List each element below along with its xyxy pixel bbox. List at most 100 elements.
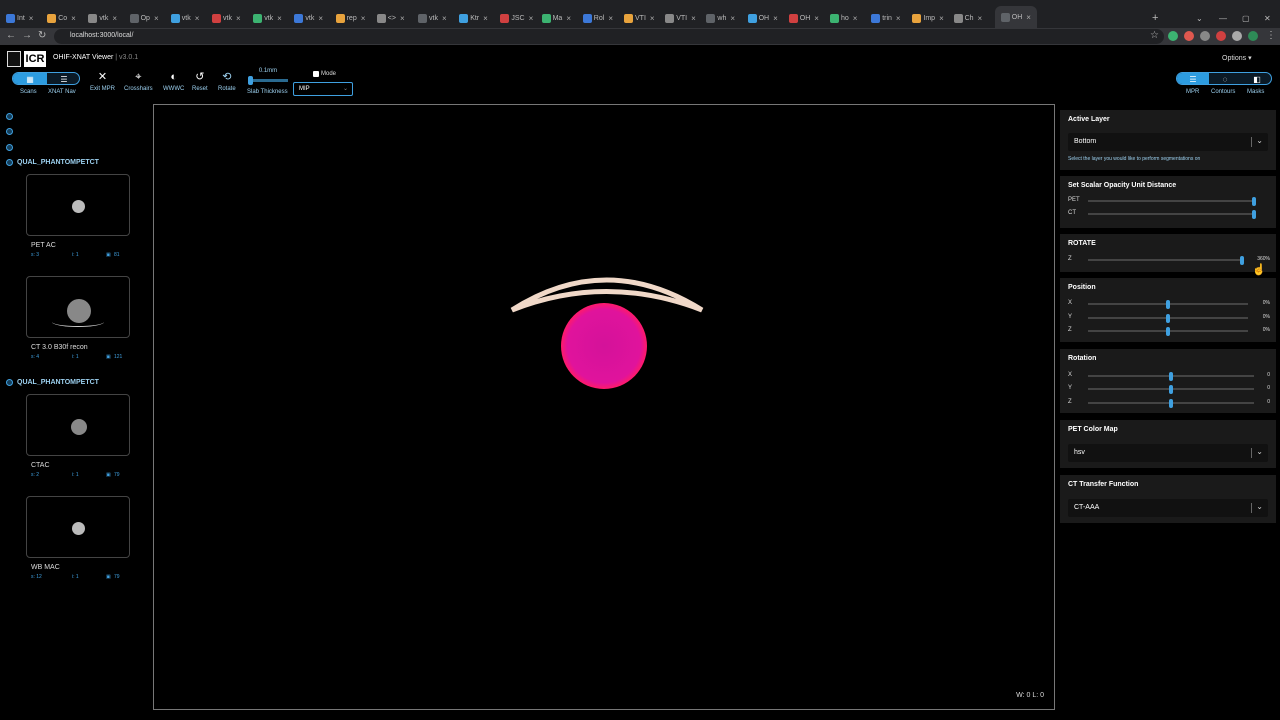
slider-handle[interactable] [1240, 256, 1244, 265]
mpr-viewport[interactable]: W: 0 L: 0 [153, 104, 1055, 710]
puzzle-icon[interactable] [1232, 31, 1242, 41]
slider-handle[interactable] [1166, 314, 1170, 323]
tab-close-icon[interactable]: × [566, 14, 571, 23]
browser-tab[interactable]: OH × [788, 9, 819, 27]
active-layer-select[interactable]: Bottom ⌄ [1068, 133, 1268, 151]
tab-close-icon[interactable]: × [236, 14, 241, 23]
browser-tab[interactable]: <> × [376, 9, 405, 27]
pet-opacity-slider[interactable]: PET [1068, 196, 1272, 206]
wwwc-button[interactable]: ◐ WWWC [163, 70, 184, 92]
mode-select[interactable]: MIP ⌄ [293, 82, 353, 96]
study-header[interactable]: QUAL_PHANTOMPETCT [6, 159, 99, 166]
ct-transfer-select[interactable]: CT-AAA ⌄ [1068, 499, 1268, 517]
new-tab-button[interactable]: + [1152, 9, 1158, 27]
slider-handle[interactable] [248, 76, 253, 85]
pet-colormap-select[interactable]: hsv ⌄ [1068, 444, 1268, 462]
masks-tab-icon[interactable]: ◧ [1241, 73, 1271, 84]
bookmark-star-icon[interactable]: ☆ [1150, 30, 1159, 42]
browser-tab[interactable]: Ch × [953, 9, 983, 27]
browser-tab[interactable]: VTI × [624, 9, 655, 27]
tab-close-icon[interactable]: × [730, 14, 735, 23]
mode-toggle[interactable]: Mode [313, 71, 336, 77]
browser-tab[interactable]: Int × [6, 9, 33, 27]
panel-mode-toggle[interactable]: ☰ ◌ ◧ [1176, 72, 1272, 85]
study-radio[interactable] [6, 159, 13, 166]
crosshairs-button[interactable]: ⌖ Crosshairs [124, 70, 153, 92]
tab-close-icon[interactable]: × [896, 14, 901, 23]
url-input[interactable]: localhost:3000/local/ [54, 29, 1164, 44]
position-x-slider[interactable]: X 0% [1068, 299, 1272, 309]
slider-handle[interactable] [1169, 372, 1173, 381]
study-radio[interactable] [6, 379, 13, 386]
browser-tab[interactable]: Ma × [541, 9, 571, 27]
slider-handle[interactable] [1169, 385, 1173, 394]
rotate-button[interactable]: ⟲ Rotate [218, 70, 236, 92]
rotation-z-slider[interactable]: Z 0 [1068, 398, 1272, 408]
extension-icon[interactable] [1184, 31, 1194, 41]
options-menu[interactable]: Options ▾ [1222, 54, 1252, 62]
kebab-menu-icon[interactable]: ⋮ [1266, 30, 1276, 42]
tab-close-icon[interactable]: × [195, 14, 200, 23]
slider-handle[interactable] [1252, 210, 1256, 219]
browser-tab[interactable]: JSC × [500, 9, 533, 27]
browser-tab[interactable]: vtk × [170, 9, 200, 27]
tab-close-icon[interactable]: × [691, 14, 696, 23]
tab-close-icon[interactable]: × [277, 14, 282, 23]
slab-thickness-slider[interactable] [248, 76, 288, 85]
browser-tab[interactable]: VTI × [665, 9, 696, 27]
contours-tab-icon[interactable]: ◌ [1209, 73, 1241, 84]
tab-search-icon[interactable]: ⌄ [1196, 9, 1203, 27]
tab-close-icon[interactable]: × [853, 14, 858, 23]
tab-close-icon[interactable]: × [529, 14, 534, 23]
extension-icon[interactable] [1200, 31, 1210, 41]
scans-nav-toggle[interactable]: ▦ ☰ [12, 72, 80, 85]
browser-tab[interactable]: vtk × [294, 9, 323, 27]
grid-icon[interactable]: ▦ [13, 73, 47, 84]
maximize-icon[interactable]: ▢ [1242, 9, 1250, 27]
browser-tab[interactable]: Ktr × [459, 9, 488, 27]
tab-close-icon[interactable]: × [29, 14, 34, 23]
slab-thickness-control[interactable]: 0.1mm [246, 68, 290, 85]
browser-tab[interactable]: vtk × [212, 9, 241, 27]
tab-close-icon[interactable]: × [978, 14, 983, 23]
mode-checkbox[interactable] [313, 71, 319, 77]
browser-tab[interactable]: vtk × [418, 9, 447, 27]
series-thumbnail[interactable] [26, 276, 130, 338]
profile-avatar[interactable] [1248, 31, 1258, 41]
browser-tab[interactable]: vtk × [88, 9, 117, 27]
exit-mpr-button[interactable]: ✕ Exit MPR [90, 70, 115, 92]
tab-close-icon[interactable]: × [773, 14, 778, 23]
list-icon[interactable]: ☰ [47, 73, 79, 84]
study-header[interactable]: QUAL_PHANTOMPETCT [6, 379, 99, 386]
browser-tab[interactable]: trin × [871, 9, 901, 27]
tab-close-icon[interactable]: × [442, 14, 447, 23]
reset-button[interactable]: ↺ Reset [192, 70, 208, 92]
browser-tab[interactable]: OH × [747, 9, 778, 27]
back-icon[interactable]: ← [6, 30, 16, 42]
rotation-y-slider[interactable]: Y 0 [1068, 384, 1272, 394]
tab-close-icon[interactable]: × [939, 14, 944, 23]
browser-tab[interactable]: Rol × [582, 9, 613, 27]
browser-tab[interactable]: wh × [706, 9, 735, 27]
browser-tab[interactable]: rep × [335, 9, 365, 27]
rotate-z-slider[interactable]: Z 360% [1068, 255, 1272, 265]
series-thumbnail[interactable] [26, 496, 130, 558]
forward-icon[interactable]: → [22, 30, 32, 42]
radio-button[interactable] [6, 128, 13, 135]
series-thumbnail[interactable] [26, 174, 130, 236]
browser-tab[interactable]: Co × [47, 9, 76, 27]
tab-close-icon[interactable]: × [814, 14, 819, 23]
tab-close-icon[interactable]: × [112, 14, 117, 23]
position-y-slider[interactable]: Y 0% [1068, 313, 1272, 323]
extension-icon[interactable] [1168, 31, 1178, 41]
tab-close-icon[interactable]: × [650, 14, 655, 23]
tab-close-icon[interactable]: × [608, 14, 613, 23]
position-z-slider[interactable]: Z 0% [1068, 326, 1272, 336]
window-close-icon[interactable]: ✕ [1264, 9, 1271, 27]
slider-handle[interactable] [1166, 300, 1170, 309]
ct-opacity-slider[interactable]: CT [1068, 209, 1272, 219]
tab-close-icon[interactable]: × [400, 14, 405, 23]
tab-close-icon[interactable]: × [154, 14, 159, 23]
radio-button[interactable] [6, 144, 13, 151]
tab-close-icon[interactable]: × [71, 14, 76, 23]
